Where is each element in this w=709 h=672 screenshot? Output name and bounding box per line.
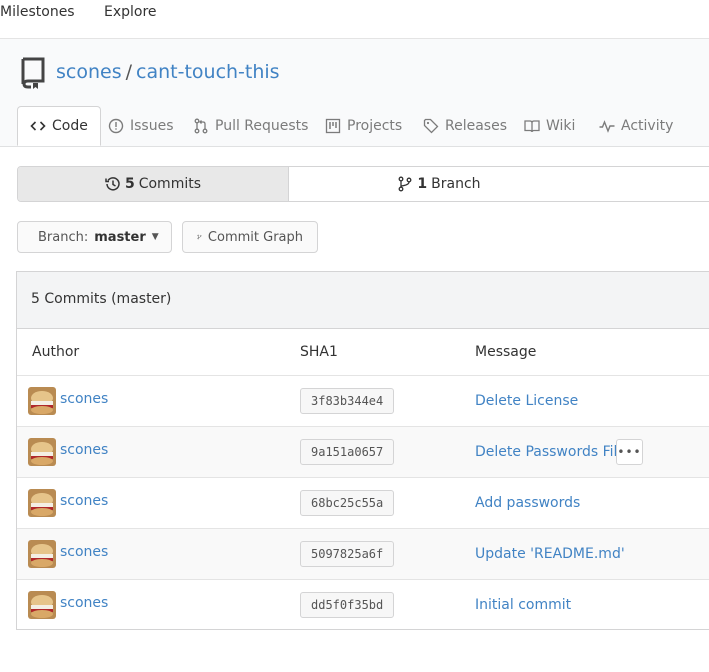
repo-title: scones / cant-touch-this [56, 61, 280, 83]
column-message: Message [475, 344, 537, 360]
tab-label: Activity [621, 118, 674, 134]
table-row: scones 68bc25c55a Add passwords [17, 477, 709, 529]
avatar[interactable] [28, 387, 56, 415]
repo-separator: / [125, 61, 133, 83]
nav-explore-link[interactable]: Explore [104, 4, 157, 20]
pulse-icon [599, 120, 615, 133]
tab-issues[interactable]: Issues [108, 106, 174, 146]
repo-name-link[interactable]: cant-touch-this [136, 61, 280, 83]
book-icon [524, 120, 540, 133]
tab-wiki[interactable]: Wiki [524, 106, 575, 146]
commit-author-link[interactable]: scones [60, 442, 108, 458]
tab-activity[interactable]: Activity [599, 106, 673, 146]
branch-prefix: Branch: [38, 229, 89, 245]
branch-icon [197, 234, 202, 240]
commits-label: Commits [138, 176, 202, 192]
commit-graph-label: Commit Graph [207, 229, 303, 245]
branch-stat[interactable]: 1 Branch [288, 167, 589, 201]
commits-table: 5 Commits (master) Author SHA1 Message s… [16, 271, 709, 630]
tab-label: Pull Requests [215, 118, 309, 134]
commit-author-link[interactable]: scones [60, 391, 108, 407]
avatar[interactable] [28, 438, 56, 466]
repo-header: scones / cant-touch-this Code Issues Pull … [0, 39, 709, 147]
avatar[interactable] [28, 591, 56, 619]
history-icon [105, 177, 120, 191]
commit-author-link[interactable]: scones [60, 493, 108, 509]
tab-label: Projects [347, 118, 403, 134]
commits-count: 5 [124, 176, 135, 192]
commit-message-link[interactable]: Initial commit [475, 597, 571, 613]
commits-table-title: 5 Commits (master) [31, 291, 172, 307]
tab-label: Releases [445, 118, 507, 134]
commit-message-link[interactable]: Add passwords [475, 495, 580, 511]
column-author: Author [32, 344, 80, 360]
branch-count: 1 [417, 176, 428, 192]
commit-message-link[interactable]: Delete Passwords File [475, 444, 626, 460]
code-icon [30, 121, 46, 131]
table-row: scones dd5f0f35bd Initial commit [17, 579, 709, 631]
commit-graph-button[interactable]: Commit Graph [182, 221, 318, 253]
avatar[interactable] [28, 540, 56, 568]
branch-label: Branch [431, 176, 481, 192]
commit-message-link[interactable]: Update 'README.md' [475, 546, 625, 562]
tab-label: Issues [130, 118, 174, 134]
repo-stats-bar: 5 Commits 1 Branch [17, 166, 709, 202]
tab-code[interactable]: Code [17, 106, 101, 146]
commits-stat[interactable]: 5 Commits [18, 167, 288, 201]
branch-name: master [94, 229, 146, 245]
tab-releases[interactable]: Releases [423, 106, 507, 146]
tab-label: Code [52, 118, 88, 134]
commits-table-header: 5 Commits (master) [17, 272, 709, 329]
tab-label: Wiki [546, 118, 576, 134]
commit-sha-button[interactable]: 3f83b344e4 [300, 388, 395, 414]
issue-icon [108, 118, 124, 134]
tab-pull-requests[interactable]: Pull Requests [193, 106, 308, 146]
commit-sha-button[interactable]: 5097825a6f [300, 541, 395, 567]
column-sha: SHA1 [300, 344, 338, 360]
table-row: scones 9a151a0657 Delete Passwords File … [17, 426, 709, 478]
tag-icon [423, 118, 439, 134]
repo-icon [21, 57, 45, 89]
pull-request-icon [194, 118, 208, 134]
nav-milestones-link[interactable]: Milestones [0, 4, 75, 20]
commit-sha-button[interactable]: 68bc25c55a [300, 490, 395, 516]
project-icon [325, 118, 341, 134]
tab-projects[interactable]: Projects [325, 106, 402, 146]
expand-message-button[interactable]: ••• [616, 439, 643, 465]
commit-message-link[interactable]: Delete License [475, 393, 578, 409]
commit-sha-button[interactable]: dd5f0f35bd [300, 592, 395, 618]
commit-author-link[interactable]: scones [60, 544, 108, 560]
commit-sha-button[interactable]: 9a151a0657 [300, 439, 395, 465]
branch-icon [398, 176, 412, 192]
commit-author-link[interactable]: scones [60, 595, 108, 611]
tags-stat[interactable] [588, 167, 709, 201]
top-nav: Milestones Explore [0, 0, 709, 39]
caret-down-icon: ▼ [151, 232, 159, 242]
avatar[interactable] [28, 489, 56, 517]
table-row: scones 5097825a6f Update 'README.md' [17, 528, 709, 580]
table-row: scones 3f83b344e4 Delete License [17, 375, 709, 427]
branch-dropdown-button[interactable]: Branch: master ▼ [17, 221, 172, 253]
repo-owner-link[interactable]: scones [56, 61, 122, 83]
